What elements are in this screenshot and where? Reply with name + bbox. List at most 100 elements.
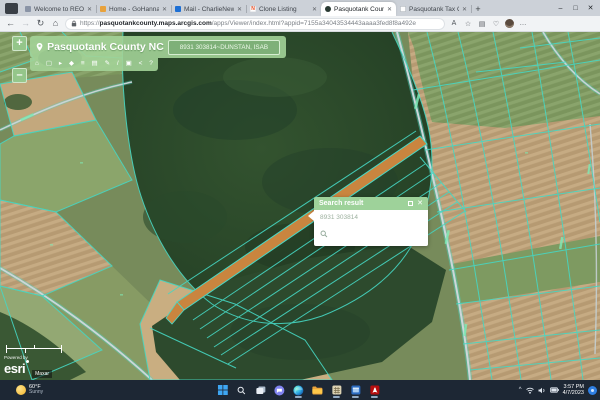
favorites-icon[interactable]: ☆ — [463, 20, 473, 28]
sunny-weather-icon — [16, 385, 26, 395]
tab-home-gohanna[interactable]: Home - GoHanna ✕ — [96, 2, 171, 16]
gallery-icon[interactable]: ▢ — [46, 61, 52, 68]
refresh-icon[interactable]: ↻ — [35, 19, 46, 28]
esri-logo: Powered by esri — [4, 355, 29, 378]
file-explorer-button[interactable] — [312, 384, 323, 396]
edge-browser-icon — [293, 385, 304, 396]
close-tab-icon[interactable]: ✕ — [162, 6, 167, 13]
profile-avatar[interactable] — [505, 19, 514, 28]
windows-logo-icon — [217, 385, 227, 395]
battery-icon[interactable] — [550, 387, 559, 393]
share-icon[interactable]: < — [139, 61, 143, 68]
popup-close-icon[interactable]: ✕ — [417, 200, 423, 207]
satellite-basemap[interactable] — [0, 32, 600, 380]
outlook-favicon-icon — [175, 6, 181, 12]
popup-title: Search result — [319, 200, 404, 207]
search-result-popup: Search result ✕ 8931 303814 — [314, 197, 428, 246]
tab-tax-card[interactable]: Pasquotank Tax Card ✕ — [396, 2, 471, 16]
close-window-button[interactable]: ✕ — [583, 4, 598, 12]
taskbar-clock[interactable]: 3:57 PM 4/7/2023 — [563, 384, 584, 397]
start-button[interactable] — [217, 384, 228, 396]
system-tray: ^ 3:57 PM 4/7/2023 — [519, 380, 597, 400]
minimize-button[interactable]: – — [553, 5, 568, 12]
document-favicon-icon — [400, 6, 406, 12]
zoom-in-button[interactable]: + — [12, 36, 27, 51]
notification-badge[interactable] — [588, 386, 597, 395]
popup-result-text[interactable]: 8931 303814 — [320, 214, 422, 221]
settings-menu-icon[interactable]: … — [518, 20, 528, 27]
scale-bar — [6, 345, 62, 353]
weather-condition: Sunny — [29, 390, 43, 396]
home-icon[interactable]: ⌂ — [50, 19, 61, 28]
maximize-button[interactable]: □ — [568, 5, 583, 12]
browser-toolbar: ← → ↻ ⌂ https://pasquotankcounty.maps.ar… — [0, 16, 600, 32]
browser-essentials-icon[interactable]: ♡ — [491, 20, 501, 28]
edge-button[interactable] — [293, 384, 304, 396]
browser-tab-strip: Welcome to REOcentral ✕ Home - GoHanna ✕… — [0, 0, 600, 16]
imagery-credit-badge: Maxar — [32, 370, 52, 378]
draw-icon[interactable]: / — [117, 61, 119, 68]
grid-app-icon — [331, 385, 341, 395]
legend-icon[interactable]: ▤ — [92, 61, 98, 68]
lock-icon — [71, 20, 77, 27]
taskbar-app-icons — [217, 380, 380, 400]
read-aloud-icon[interactable]: A — [449, 20, 459, 27]
new-tab-button[interactable]: + — [471, 4, 485, 14]
map-viewport[interactable]: + – Pasquotank County NC 8931 303814~DUN… — [0, 32, 600, 380]
tab-label: Pasquotank County NC — [334, 6, 384, 13]
search-button[interactable] — [236, 384, 247, 396]
gohanna-favicon-icon — [100, 6, 106, 12]
tab-pasquotank-county[interactable]: Pasquotank County NC ✕ — [321, 2, 396, 16]
volume-icon[interactable] — [538, 387, 546, 394]
close-tab-icon[interactable]: ✕ — [312, 6, 317, 13]
close-tab-icon[interactable]: ✕ — [237, 6, 242, 13]
screen: Welcome to REOcentral ✕ Home - GoHanna ✕… — [0, 0, 600, 400]
tab-actions-icon[interactable] — [5, 3, 18, 14]
pinned-app-grid-button[interactable] — [331, 384, 342, 396]
close-tab-icon[interactable]: ✕ — [87, 6, 92, 13]
chat-button[interactable] — [274, 384, 285, 396]
zoom-to-result-icon[interactable] — [320, 230, 328, 238]
close-tab-icon[interactable]: ✕ — [387, 6, 392, 13]
measure-icon[interactable]: ✎ — [105, 61, 110, 68]
forward-icon[interactable]: → — [20, 19, 31, 28]
tab-label: Clone Listing — [259, 6, 309, 13]
url-text: https://pasquotankcounty.maps.arcgis.com… — [80, 20, 416, 27]
tab-welcome-reocentral[interactable]: Welcome to REOcentral ✕ — [21, 2, 96, 16]
address-bar[interactable]: https://pasquotankcounty.maps.arcgis.com… — [65, 18, 445, 30]
tray-overflow-icon[interactable]: ^ — [519, 387, 522, 393]
bookmark-icon[interactable]: ▸ — [59, 61, 62, 68]
blue-window-app-icon — [350, 385, 360, 395]
popup-maximize-icon[interactable] — [408, 201, 413, 206]
collections-icon[interactable]: ▤ — [477, 20, 487, 28]
zoom-out-button[interactable]: – — [12, 68, 27, 83]
layers-icon[interactable]: ≡ — [81, 61, 85, 68]
wifi-icon[interactable] — [526, 387, 534, 394]
map-app-header: Pasquotank County NC 8931 303814~DUNSTAN… — [30, 36, 286, 58]
window-controls: – □ ✕ — [553, 0, 598, 16]
info-icon[interactable]: ? — [149, 61, 153, 68]
tab-label: Mail - CharlieNewsome — [184, 6, 234, 13]
popup-header[interactable]: Search result ✕ — [314, 197, 428, 210]
chat-icon — [274, 385, 285, 396]
popup-callout-arrow — [308, 211, 314, 221]
tab-label: Pasquotank Tax Card — [409, 6, 459, 13]
close-tab-icon[interactable]: ✕ — [462, 6, 467, 13]
print-icon[interactable]: ▣ — [126, 61, 132, 68]
adobe-acrobat-button[interactable] — [369, 384, 380, 396]
tab-mail[interactable]: Mail - CharlieNewsome ✕ — [171, 2, 246, 16]
location-pin-icon — [36, 42, 43, 52]
task-view-button[interactable] — [255, 384, 266, 396]
clock-date: 4/7/2023 — [563, 390, 584, 396]
pin-icon[interactable]: ◆ — [69, 61, 74, 68]
parcel-search-box[interactable]: 8931 303814~DUNSTAN, ISAB — [168, 40, 280, 55]
weather-widget[interactable]: 60°F Sunny — [16, 380, 43, 400]
arcgis-globe-favicon-icon — [325, 6, 331, 12]
task-view-icon — [255, 386, 265, 395]
tab-clone-listing[interactable]: N Clone Listing ✕ — [246, 2, 321, 16]
map-widget-toolbar: ⌂ ▢ ▸ ◆ ≡ ▤ ✎ / ▣ < ? — [30, 58, 158, 71]
pinned-app-window-button[interactable] — [350, 384, 361, 396]
home-icon[interactable]: ⌂ — [35, 61, 39, 68]
tab-label: Home - GoHanna — [109, 6, 159, 13]
back-icon[interactable]: ← — [5, 19, 16, 28]
